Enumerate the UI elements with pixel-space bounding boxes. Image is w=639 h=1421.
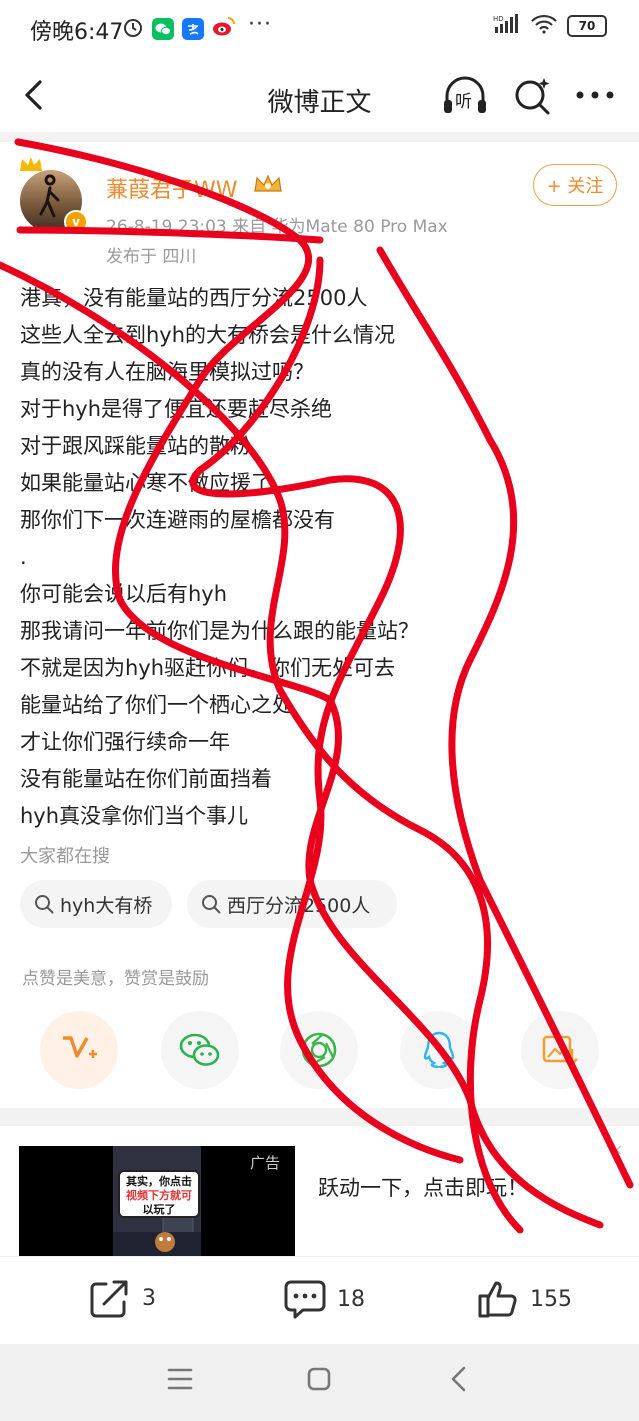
- headphones-icon: 听: [444, 76, 486, 113]
- comment-count: 18: [337, 1286, 365, 1312]
- chevron-left-icon: [25, 80, 42, 110]
- system-back-button[interactable]: [446, 1364, 472, 1394]
- author-name[interactable]: 蒹葭君子WW: [106, 172, 238, 204]
- section-divider: [0, 1108, 639, 1126]
- status-time: 傍晚6:47: [30, 20, 124, 45]
- like-count: 155: [530, 1286, 572, 1312]
- listen-button[interactable]: 听: [442, 76, 488, 116]
- search-chip-label: hyh大有桥: [60, 894, 153, 917]
- wechat-icon: [152, 18, 174, 40]
- search-icon: [202, 895, 221, 914]
- post-line: 这些人全去到hyh的大有桥会是什么情况: [20, 323, 396, 347]
- status-more-dots: ···: [248, 12, 272, 37]
- share-moments-button[interactable]: [280, 1011, 358, 1089]
- home-button[interactable]: [306, 1366, 332, 1392]
- reward-v-icon: [63, 1036, 97, 1058]
- post-line: 那我请问一年前你们是为什么跟的能量站？: [20, 619, 419, 643]
- svg-text:HD: HD: [493, 15, 504, 23]
- moments-aperture-icon: [301, 1032, 337, 1068]
- save-image-button[interactable]: [521, 1011, 599, 1089]
- reward-button[interactable]: [40, 1011, 118, 1089]
- ad-bubble-line: 以玩了: [142, 1203, 176, 1216]
- post-content: 港真，没有能量站的西厅分流2500人 这些人全去到hyh的大有桥会是什么情况 真…: [20, 280, 620, 835]
- post-line: 没有能量站在你们前面挡着: [20, 767, 272, 791]
- save-image-icon: [542, 1035, 578, 1066]
- post-line: hyh真没拿你们当个事儿: [20, 804, 249, 828]
- status-system-icons: HD 70: [493, 14, 607, 38]
- status-bar: 傍晚6:47 ··· HD 70: [0, 0, 639, 60]
- post-line: 真的没有人在脑海里模拟过吗？: [20, 360, 314, 384]
- qq-icon: [423, 1031, 455, 1068]
- weibo-icon: [212, 16, 236, 42]
- search-sparkle-icon: [515, 78, 550, 115]
- battery-indicator: 70: [567, 15, 607, 37]
- search-chip-label: 西厅分流2500人: [227, 894, 371, 917]
- svg-text:听: 听: [455, 92, 472, 112]
- comment-button[interactable]: 18: [283, 1278, 365, 1320]
- chevron-left-icon: [451, 1366, 466, 1392]
- post-line: 不就是因为hyh驱赶你们，你们无处可去: [20, 656, 396, 680]
- ad-close-button[interactable]: ×: [610, 1140, 623, 1159]
- vip-crown-icon: [252, 173, 284, 200]
- share-qq-button[interactable]: [400, 1011, 478, 1089]
- more-horizontal-icon: [576, 91, 614, 99]
- post-meta: 26-8-19 23:03 来自 华为Mate 80 Pro Max: [106, 217, 448, 237]
- share-wechat-button[interactable]: [161, 1011, 239, 1089]
- search-button[interactable]: [512, 76, 552, 116]
- ad-tag: 广告: [250, 1154, 281, 1172]
- search-chip[interactable]: hyh大有桥: [20, 880, 172, 928]
- post-line: 那你们下一次连避雨的屋檐都没有: [20, 508, 335, 532]
- reward-hint: 点赞是美意，赞赏是鼓励: [22, 969, 209, 989]
- section-divider: [0, 132, 639, 142]
- post-line: 港真，没有能量站的西厅分流2500人: [20, 286, 368, 310]
- repost-button[interactable]: 3: [88, 1278, 156, 1318]
- alarm-icon: [122, 16, 144, 42]
- home-square-icon: [307, 1367, 331, 1391]
- post-line: 对于跟风踩能量站的散粉: [20, 434, 251, 458]
- ad-bubble-line: 其实，你点击: [126, 1175, 192, 1188]
- wifi-icon: [531, 14, 557, 38]
- share-arrow-icon: [90, 1280, 128, 1318]
- status-notification-icons: [122, 16, 236, 42]
- wechat-icon: [179, 1033, 220, 1066]
- post-line: 才让你们强行续命一年: [20, 730, 230, 754]
- post-line: 你可能会说以后有hyh: [20, 582, 228, 606]
- menu-icon: [167, 1368, 193, 1390]
- verified-badge-icon: v: [64, 210, 88, 234]
- recent-apps-button[interactable]: [166, 1366, 194, 1392]
- ad-bubble-line: 视频下方就可: [126, 1189, 192, 1202]
- post-line: .: [20, 545, 27, 569]
- signal-icon: HD: [493, 14, 521, 38]
- follow-button[interactable]: + 关注: [533, 164, 617, 206]
- back-button[interactable]: [18, 78, 52, 112]
- more-options-button[interactable]: [576, 82, 616, 108]
- comment-bubble-icon: [284, 1280, 326, 1319]
- ad-speech-bubble: 其实，你点击 视频下方就可 以玩了: [118, 1170, 200, 1218]
- post-line: 对于hyh是得了便宜还要赶尽杀绝: [20, 397, 333, 421]
- post-line: 如果能量站心寒不做应援了: [20, 471, 272, 495]
- alipay-icon: [182, 18, 204, 40]
- thumbs-up-icon: [478, 1281, 517, 1318]
- repost-count: 3: [142, 1285, 156, 1311]
- like-button[interactable]: 155: [476, 1278, 572, 1320]
- search-icon: [35, 895, 54, 914]
- trending-search-label: 大家都在搜: [20, 846, 110, 867]
- search-chip[interactable]: 西厅分流2500人: [187, 880, 397, 928]
- crown-icon: [18, 155, 44, 181]
- ad-title[interactable]: 跃动一下，点击即玩！: [318, 1172, 528, 1202]
- post-line: 能量站给了你们一个栖心之处: [20, 693, 293, 717]
- app-header: 微博正文 听: [0, 60, 639, 132]
- post-location: 发布于 四川: [106, 247, 197, 267]
